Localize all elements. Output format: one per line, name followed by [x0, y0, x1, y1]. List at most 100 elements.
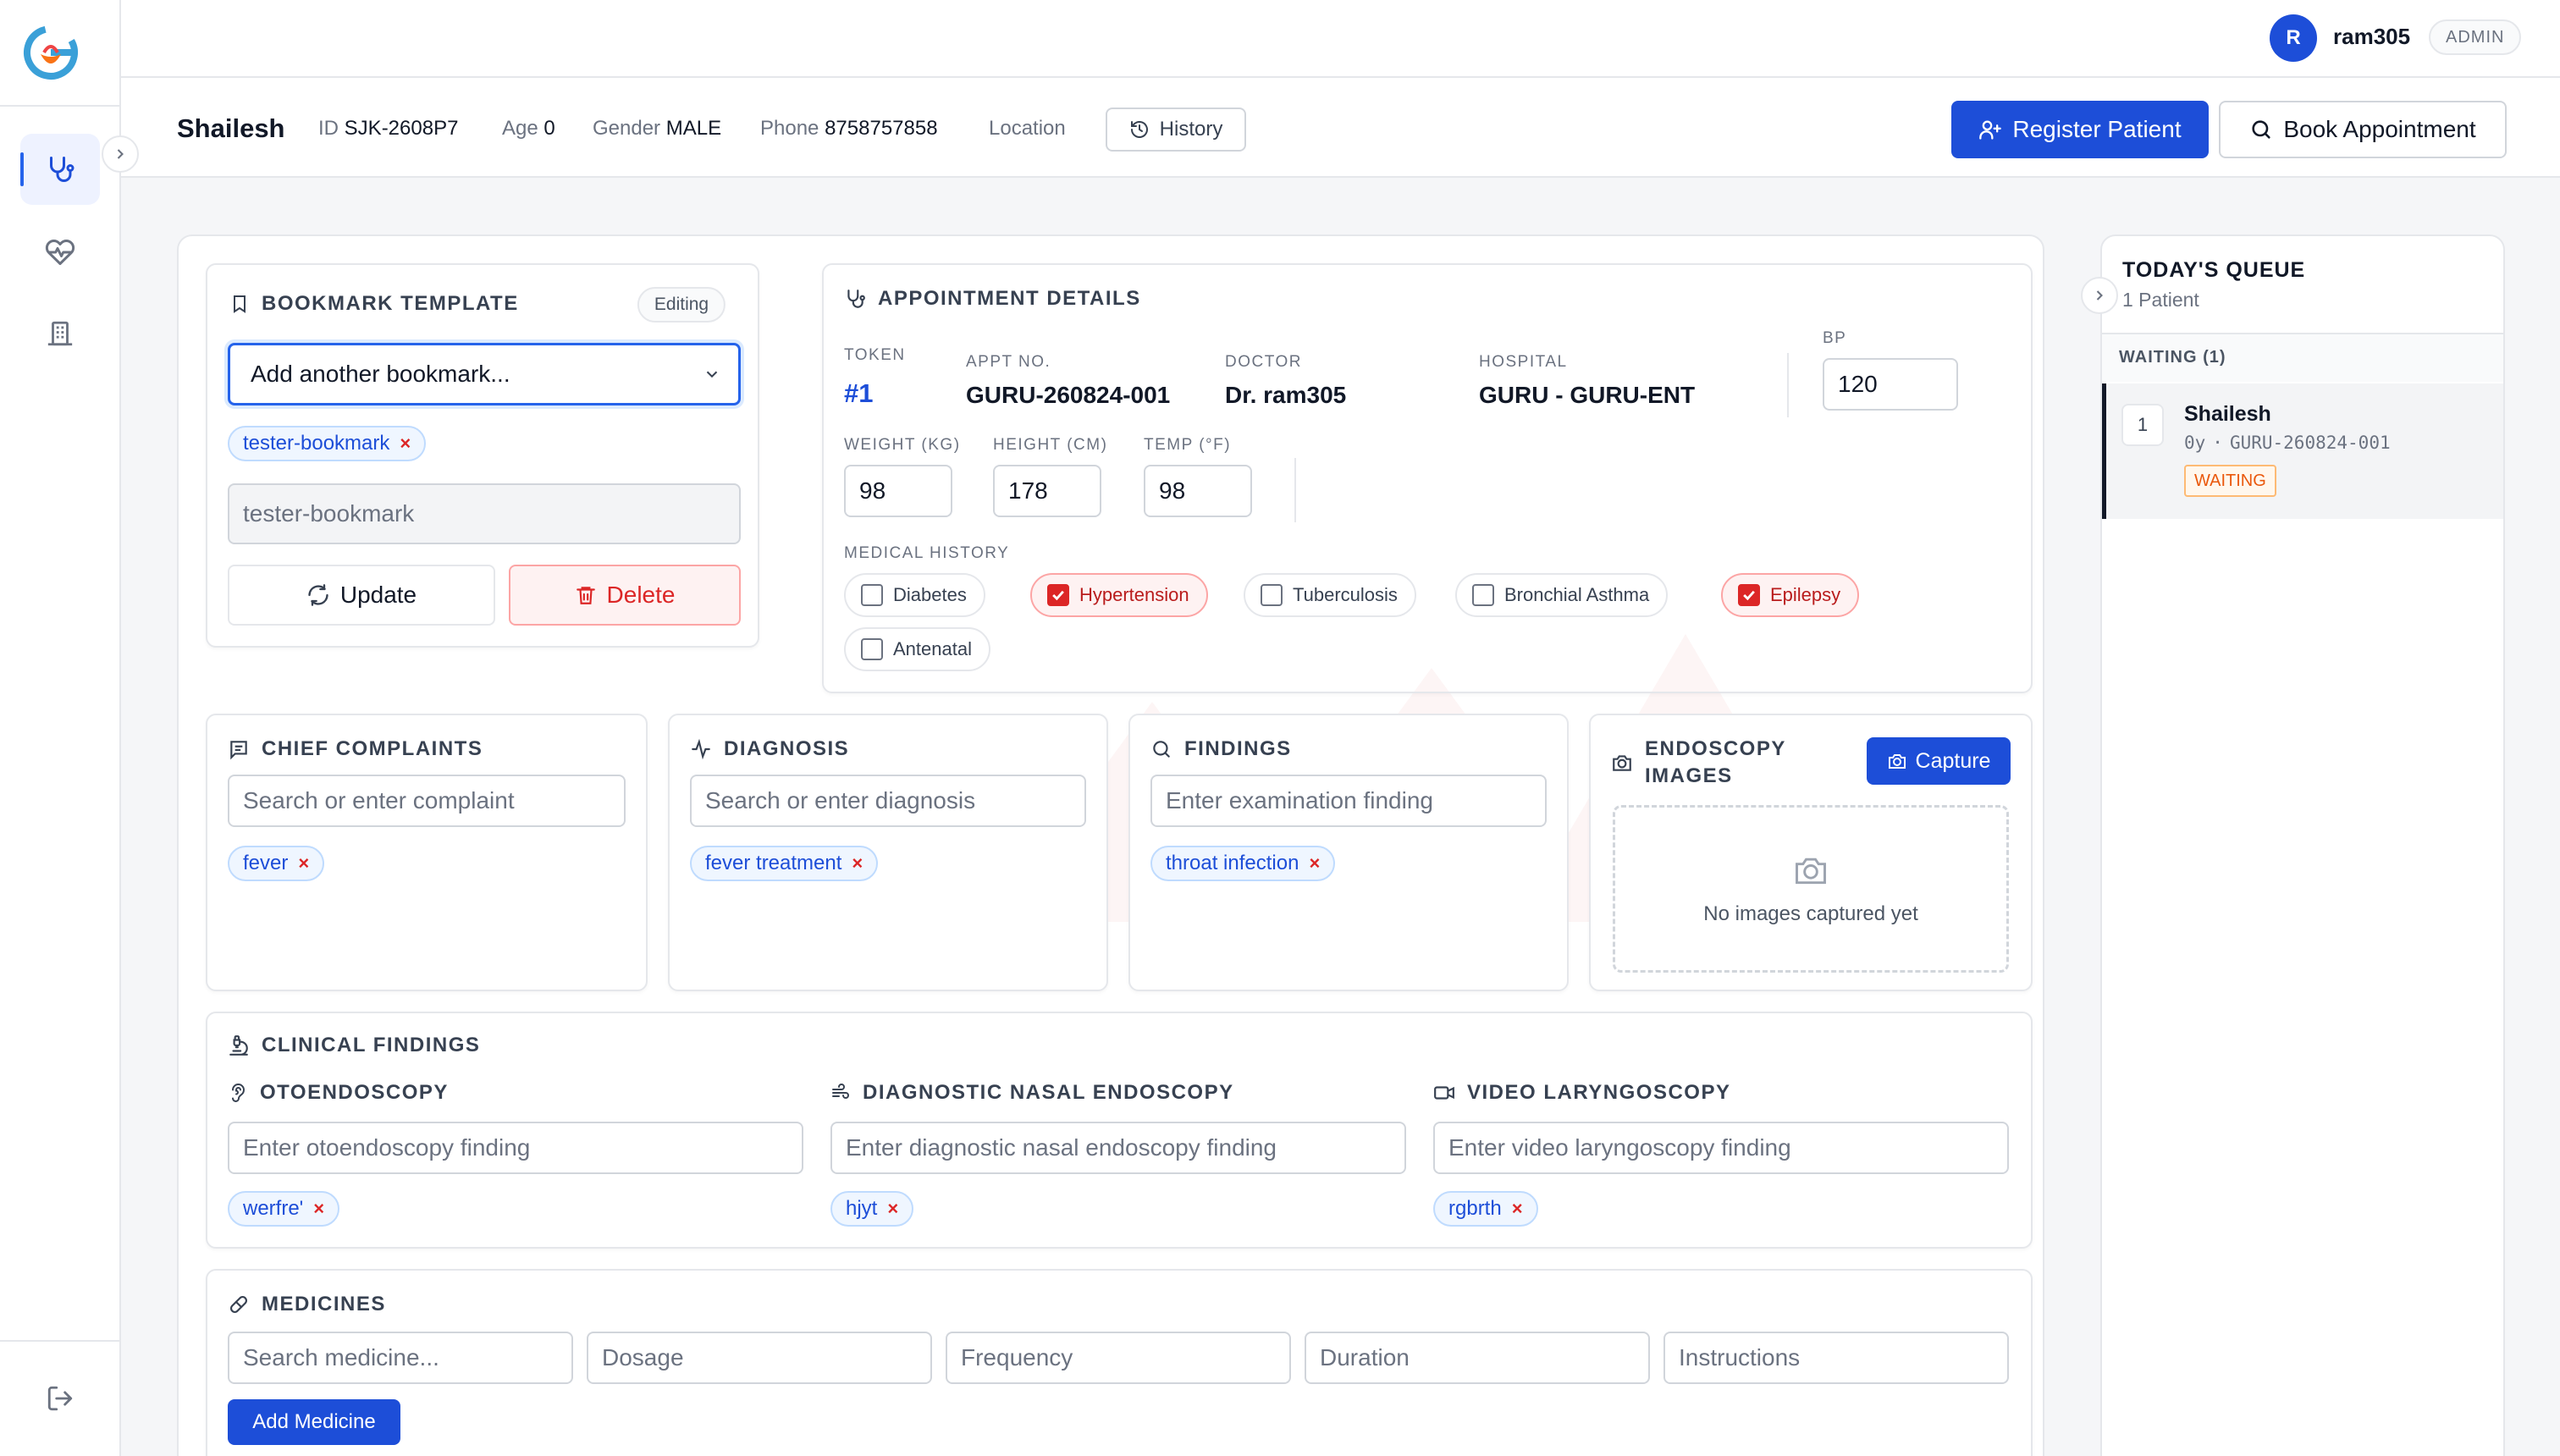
nasal-endoscopy-title: DIAGNOSTIC NASAL ENDOSCOPY [830, 1081, 1234, 1105]
app-logo[interactable] [19, 19, 83, 83]
video-laryngoscopy-title: VIDEO LARYNGOSCOPY [1433, 1081, 1730, 1105]
sidebar-expand-button[interactable] [102, 135, 139, 173]
avatar[interactable]: R [2270, 14, 2317, 62]
history-bronchial-asthma-label: Bronchial Asthma [1504, 584, 1650, 605]
video-icon [1434, 1086, 1454, 1100]
checkbox-checked[interactable] [1738, 584, 1760, 606]
doctor-label: DOCTOR [1225, 353, 1302, 371]
remove-chip-button[interactable]: × [887, 1198, 898, 1220]
nav-health[interactable] [20, 217, 100, 288]
update-button[interactable]: Update [228, 565, 495, 626]
queue-toggle-button[interactable] [2081, 277, 2118, 314]
nasal-endoscopy-chip: hjyt × [830, 1191, 914, 1227]
patient-location-label: Location [989, 117, 1066, 140]
medicine-search-input[interactable] [228, 1332, 573, 1384]
checkbox[interactable] [1472, 584, 1494, 606]
otoendoscopy-input[interactable] [228, 1122, 803, 1174]
diagnosis-search-input[interactable] [690, 775, 1086, 827]
history-button[interactable]: History [1106, 108, 1246, 152]
delete-button[interactable]: Delete [509, 565, 741, 626]
delete-button-label: Delete [606, 582, 676, 608]
complaint-chip: fever × [228, 846, 325, 881]
book-appointment-button[interactable]: Book Appointment [2219, 101, 2507, 158]
patient-age: 0 [543, 117, 555, 140]
register-patient-label: Register Patient [2012, 116, 2182, 142]
register-patient-button[interactable]: Register Patient [1951, 101, 2209, 158]
patient-id-label: ID [318, 117, 339, 140]
checkbox[interactable] [861, 584, 883, 606]
video-laryngoscopy-input[interactable] [1433, 1122, 2009, 1174]
nasal-endoscopy-title-text: DIAGNOSTIC NASAL ENDOSCOPY [863, 1081, 1234, 1104]
medical-history-label: MEDICAL HISTORY [844, 544, 1010, 562]
complaint-search-input[interactable] [228, 775, 626, 827]
temp-label: TEMP (°F) [1144, 436, 1232, 454]
weight-label: WEIGHT (KG) [844, 436, 961, 454]
nasal-endoscopy-input[interactable] [830, 1122, 1406, 1174]
hospital-label: HOSPITAL [1479, 353, 1568, 371]
remove-chip-button[interactable]: × [298, 852, 309, 874]
patient-gender: MALE [665, 117, 722, 140]
checkbox[interactable] [861, 638, 883, 660]
hospital-name: GURU - GURU-ENT [1479, 382, 1696, 408]
checkbox-checked[interactable] [1047, 584, 1069, 606]
bookmark-chip-label: tester-bookmark [243, 432, 390, 455]
chevron-down-icon [706, 371, 718, 378]
remove-chip-button[interactable]: × [1512, 1198, 1523, 1220]
appointment-title-text: APPOINTMENT DETAILS [878, 287, 1141, 310]
otoendoscopy-chip: werfre' × [228, 1191, 340, 1227]
clinical-findings-card: CLINICAL FINDINGS OTOENDOSCOPY werfre' ×… [206, 1012, 2033, 1249]
role-badge: ADMIN [2429, 19, 2522, 55]
check-icon [1743, 590, 1755, 601]
history-epilepsy[interactable]: Epilepsy [1721, 573, 1860, 617]
queue-item-meta: 0y · GURU-260824-001 [2184, 433, 2391, 453]
chief-complaints-card: CHIEF COMPLAINTS fever × [206, 714, 648, 991]
history-antenatal[interactable]: Antenatal [844, 627, 990, 671]
duration-input[interactable] [1305, 1332, 1650, 1384]
remove-chip-button[interactable]: × [400, 433, 411, 455]
video-laryngoscopy-chip-label: rgbrth [1448, 1197, 1502, 1220]
history-bronchial-asthma[interactable]: Bronchial Asthma [1455, 573, 1669, 617]
remove-chip-button[interactable]: × [1309, 852, 1320, 874]
capture-button[interactable]: Capture [1867, 737, 2011, 785]
findings-title-text: FINDINGS [1184, 737, 1292, 760]
trash-icon [576, 587, 595, 604]
bookmark-select[interactable]: Add another bookmark... [228, 343, 741, 405]
finding-input[interactable] [1150, 775, 1547, 827]
history-diabetes[interactable]: Diabetes [844, 573, 985, 617]
instructions-input[interactable] [1663, 1332, 2009, 1384]
remove-chip-button[interactable]: × [852, 852, 863, 874]
dosage-input[interactable] [587, 1332, 932, 1384]
add-medicine-label: Add Medicine [252, 1410, 376, 1433]
bp-input[interactable] [1823, 358, 1958, 411]
image-dropzone[interactable]: No images captured yet [1613, 805, 2009, 973]
nav-hospital[interactable] [20, 298, 100, 369]
sidebar [0, 0, 121, 1456]
add-medicine-button[interactable]: Add Medicine [228, 1399, 400, 1445]
height-input[interactable] [993, 465, 1101, 517]
weight-input[interactable] [844, 465, 952, 517]
logout-button[interactable] [20, 1363, 100, 1434]
wind-icon [832, 1084, 849, 1099]
queue-title: TODAY'S QUEUE [2122, 258, 2306, 282]
chevron-right-icon [2096, 290, 2103, 301]
microscope-icon [229, 1035, 248, 1056]
queue-count: 1 Patient [2122, 289, 2199, 311]
otoendoscopy-chip-label: werfre' [243, 1197, 304, 1220]
camera-icon [1888, 754, 1906, 769]
checkbox[interactable] [1261, 584, 1283, 606]
patient-bar: Shailesh ID SJK-2608P7 Age 0 Gender MALE… [121, 78, 2560, 178]
history-hypertension[interactable]: Hypertension [1030, 573, 1208, 617]
video-laryngoscopy-chip: rgbrth × [1433, 1191, 1538, 1227]
video-laryngoscopy-title-text: VIDEO LARYNGOSCOPY [1467, 1081, 1731, 1104]
nav-consultation[interactable] [20, 134, 100, 205]
history-icon [1130, 121, 1148, 138]
queue-item[interactable]: 1 Shailesh 0y · GURU-260824-001 WAITING [2102, 383, 2503, 519]
history-tuberculosis[interactable]: Tuberculosis [1244, 573, 1416, 617]
chief-complaints-title-text: CHIEF COMPLAINTS [262, 737, 483, 760]
bookmark-name-input[interactable] [228, 483, 741, 544]
diagnosis-title: DIAGNOSIS [690, 737, 849, 761]
frequency-input[interactable] [946, 1332, 1291, 1384]
temp-input[interactable] [1144, 465, 1252, 517]
remove-chip-button[interactable]: × [313, 1198, 324, 1220]
appointment-details-card: APPOINTMENT DETAILS TOKEN #1 APPT NO. GU… [822, 263, 2033, 693]
